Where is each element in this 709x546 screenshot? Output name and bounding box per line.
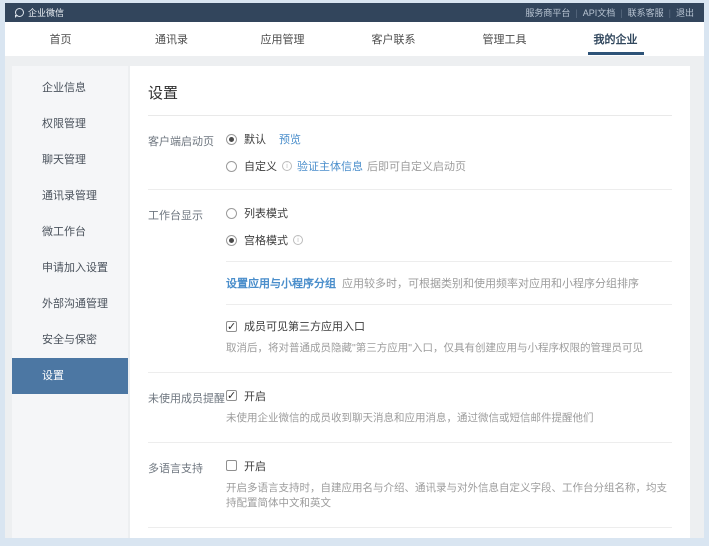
tab-customer-relations[interactable]: 客户联系 xyxy=(338,22,449,56)
sidebar-item-permission-management[interactable]: 权限管理 xyxy=(12,106,128,142)
sidebar-item-settings[interactable]: 设置 xyxy=(12,358,128,394)
brand[interactable]: 企业微信 xyxy=(15,6,64,19)
radio-list-mode-label: 列表模式 xyxy=(244,205,288,221)
topbar-links: 服务商平台 | API文档 | 联系客服 | 退出 xyxy=(525,6,694,19)
info-icon: i xyxy=(282,161,292,171)
sidebar-item-contacts-management[interactable]: 通讯录管理 xyxy=(12,178,128,214)
verify-identity-link[interactable]: 验证主体信息 xyxy=(297,158,363,174)
divider xyxy=(226,261,672,262)
sidebar-item-join-settings[interactable]: 申请加入设置 xyxy=(12,250,128,286)
radio-grid-mode-label: 宫格模式 xyxy=(244,232,288,248)
tab-contacts[interactable]: 通讯录 xyxy=(116,22,227,56)
verify-suffix-text: 后即可自定义启动页 xyxy=(367,158,466,174)
checkbox-multilanguage[interactable] xyxy=(226,460,237,471)
section-multilanguage: 多语言支持 开启 开启多语言支持时，自建应用名与介绍、通讯录与对外信息自定义字段… xyxy=(148,443,672,529)
section-label: 工作台显示 xyxy=(148,205,226,357)
settings-sidebar: 企业信息 权限管理 聊天管理 通讯录管理 微工作台 申请加入设置 外部沟通管理 … xyxy=(12,66,128,538)
tab-app-management[interactable]: 应用管理 xyxy=(227,22,338,56)
radio-default-label: 默认 xyxy=(244,131,266,147)
checkbox-third-party-visible[interactable] xyxy=(226,321,237,332)
section-unused-member-reminder: 未使用成员提醒 开启 未使用企业微信的成员收到聊天消息和应用消息，通过微信或短信… xyxy=(148,373,672,443)
radio-default[interactable] xyxy=(226,134,237,145)
wework-admin-window: 企业微信 服务商平台 | API文档 | 联系客服 | 退出 首页 通讯录 应用… xyxy=(5,3,704,538)
sidebar-item-external-communication[interactable]: 外部沟通管理 xyxy=(12,286,128,322)
tab-home[interactable]: 首页 xyxy=(5,22,116,56)
checkbox-unused-reminder[interactable] xyxy=(226,390,237,401)
third-party-note: 取消后，将对普通成员隐藏"第三方应用"入口，仅具有创建应用与小程序权限的管理员可… xyxy=(226,341,672,357)
sidebar-item-chat-management[interactable]: 聊天管理 xyxy=(12,142,128,178)
tab-management-tools[interactable]: 管理工具 xyxy=(449,22,560,56)
page-body: 企业信息 权限管理 聊天管理 通讯录管理 微工作台 申请加入设置 外部沟通管理 … xyxy=(5,56,704,538)
link-logout[interactable]: 退出 xyxy=(676,6,694,19)
sidebar-item-micro-workbench[interactable]: 微工作台 xyxy=(12,214,128,250)
section-label: 客户端启动页 xyxy=(148,131,226,174)
unused-reminder-note: 未使用企业微信的成员收到聊天消息和应用消息，通过微信或短信邮件提醒他们 xyxy=(226,411,672,427)
radio-custom-label: 自定义 xyxy=(244,158,277,174)
section-label: 多语言支持 xyxy=(148,458,226,513)
settings-card: 设置 客户端启动页 默认 预览 自定义 i 验证主体信息 后即可自定义启动 xyxy=(130,66,690,538)
multilanguage-note: 开启多语言支持时，自建应用名与介绍、通讯录与对外信息自定义字段、工作台分组名称，… xyxy=(226,481,672,513)
link-api-docs[interactable]: API文档 xyxy=(583,6,616,19)
checkbox-third-party-label: 成员可见第三方应用入口 xyxy=(244,318,365,334)
divider: | xyxy=(575,8,577,18)
section-label: 未使用成员提醒 xyxy=(148,388,226,427)
preview-link[interactable]: 预览 xyxy=(279,131,301,147)
checkbox-unused-reminder-label: 开启 xyxy=(244,388,266,404)
tab-my-company[interactable]: 我的企业 xyxy=(560,22,671,56)
topbar: 企业微信 服务商平台 | API文档 | 联系客服 | 退出 xyxy=(5,3,704,22)
sidebar-item-company-info[interactable]: 企业信息 xyxy=(12,70,128,106)
main-nav: 首页 通讯录 应用管理 客户联系 管理工具 我的企业 xyxy=(5,22,704,56)
section-launch-page: 客户端启动页 默认 预览 自定义 i 验证主体信息 后即可自定义启动页 xyxy=(148,116,672,190)
link-service-provider[interactable]: 服务商平台 xyxy=(525,6,570,19)
radio-grid-mode[interactable] xyxy=(226,235,237,246)
info-icon: i xyxy=(293,235,303,245)
brand-name: 企业微信 xyxy=(28,6,64,19)
divider xyxy=(226,304,672,305)
page-title: 设置 xyxy=(148,78,672,116)
section-dismiss-company: 解散企业 解散企业 解散后，企业内的所有消息记录和企业通讯录都会删除，成员将无法… xyxy=(148,528,672,538)
radio-custom[interactable] xyxy=(226,161,237,172)
divider: | xyxy=(620,8,622,18)
radio-list-mode[interactable] xyxy=(226,208,237,219)
divider: | xyxy=(669,8,671,18)
link-contact-support[interactable]: 联系客服 xyxy=(628,6,664,19)
checkbox-multilanguage-label: 开启 xyxy=(244,458,266,474)
sidebar-item-security[interactable]: 安全与保密 xyxy=(12,322,128,358)
app-grouping-note: 应用较多时，可根据类别和使用频率对应用和小程序分组排序 xyxy=(342,275,639,291)
app-grouping-link[interactable]: 设置应用与小程序分组 xyxy=(226,275,336,291)
chat-bubble-icon xyxy=(15,8,24,17)
section-workbench-display: 工作台显示 列表模式 宫格模式 i 设置应用与小程序分组 应用较多时，可根 xyxy=(148,190,672,373)
